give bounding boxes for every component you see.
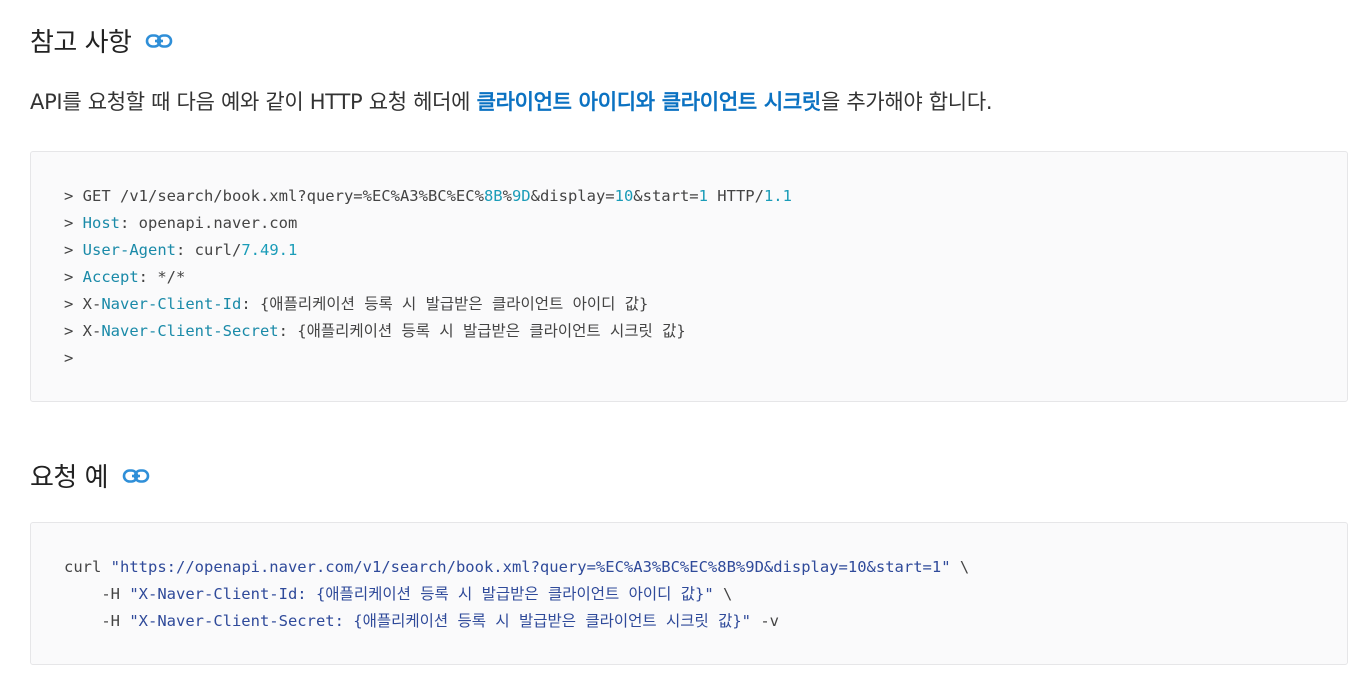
code-token: > [64,268,83,286]
code-token: \ [713,585,733,603]
code-string: "https://openapi.naver.com/v1/search/boo… [110,558,951,576]
code-line: > X-Naver-Client-Id: {애플리케이션 등록 시 발급받은 클… [64,295,648,313]
intro-text-after: 을 추가해야 합니다. [820,90,993,114]
header-name: User-Agent [82,241,176,259]
code-token: curl [64,558,111,576]
header-name: Naver-Client-Id [101,295,242,313]
code-number: 1 [698,187,708,205]
code-string: "X-Naver-Client-Id: {애플리케이션 등록 시 발급받은 클라… [129,585,714,603]
code-line: > GET /v1/search/book.xml?query=%EC%A3%B… [64,187,792,205]
code-line: > Host: openapi.naver.com [64,214,297,232]
code-token: > GET /v1/search/book.xml?query=%EC%A3%B… [64,187,484,205]
code-token: : */* [138,268,186,286]
curl-example-code-block: curl "https://openapi.naver.com/v1/searc… [30,522,1348,665]
intro-text: API를 요청할 때 다음 예와 같이 HTTP 요청 헤더에 클라이언트 아이… [30,86,993,116]
code-number: 10 [614,187,634,205]
code-content: > GET /v1/search/book.xml?query=%EC%A3%B… [64,183,792,372]
code-token: : {애플리케이션 등록 시 발급받은 클라이언트 아이디 값} [241,295,649,313]
code-token: -H [64,585,130,603]
link-icon[interactable] [122,468,150,484]
section-title: 요청 예 [30,463,109,493]
code-token: : openapi.naver.com [120,214,298,232]
code-token: % [502,187,512,205]
code-content: curl "https://openapi.naver.com/v1/searc… [64,554,969,635]
link-icon[interactable] [145,33,173,49]
code-line: > X-Naver-Client-Secret: {애플리케이션 등록 시 발급… [64,322,686,340]
code-line: -H "X-Naver-Client-Id: {애플리케이션 등록 시 발급받은… [64,585,732,603]
code-token: &start= [633,187,699,205]
section-heading-reference: 참고 사항 [30,22,173,59]
code-token: > [64,214,83,232]
intro-highlight: 클라이언트 아이디와 클라이언트 시크릿 [476,90,822,114]
intro-text-before: API를 요청할 때 다음 예와 같이 HTTP 요청 헤더에 [30,90,477,114]
code-line: > [64,349,74,367]
code-token: -v [751,612,779,630]
code-token: > X- [64,295,102,313]
header-name: Naver-Client-Secret [101,322,279,340]
code-number: 8B [483,187,503,205]
code-number: 9D [511,187,531,205]
code-token: -H [64,612,130,630]
header-name: Host [82,214,120,232]
header-name: Accept [82,268,139,286]
code-string: "X-Naver-Client-Secret: {애플리케이션 등록 시 발급받… [129,612,751,630]
code-token: : curl/ [176,241,242,259]
code-token: > [64,241,83,259]
code-token: HTTP/ [707,187,764,205]
code-line: curl "https://openapi.naver.com/v1/searc… [64,558,969,576]
code-token: &display= [530,187,615,205]
section-title: 참고 사항 [30,28,132,58]
code-number: 7.49.1 [241,241,298,259]
code-token: \ [950,558,970,576]
code-token: > X- [64,322,102,340]
request-headers-code-block: > GET /v1/search/book.xml?query=%EC%A3%B… [30,151,1348,402]
section-heading-request-example: 요청 예 [30,457,150,494]
code-line: > User-Agent: curl/7.49.1 [64,241,297,259]
code-token: : {애플리케이션 등록 시 발급받은 클라이언트 시크릿 값} [278,322,686,340]
code-number: 1.1 [763,187,792,205]
code-line: -H "X-Naver-Client-Secret: {애플리케이션 등록 시 … [64,612,779,630]
code-line: > Accept: */* [64,268,185,286]
